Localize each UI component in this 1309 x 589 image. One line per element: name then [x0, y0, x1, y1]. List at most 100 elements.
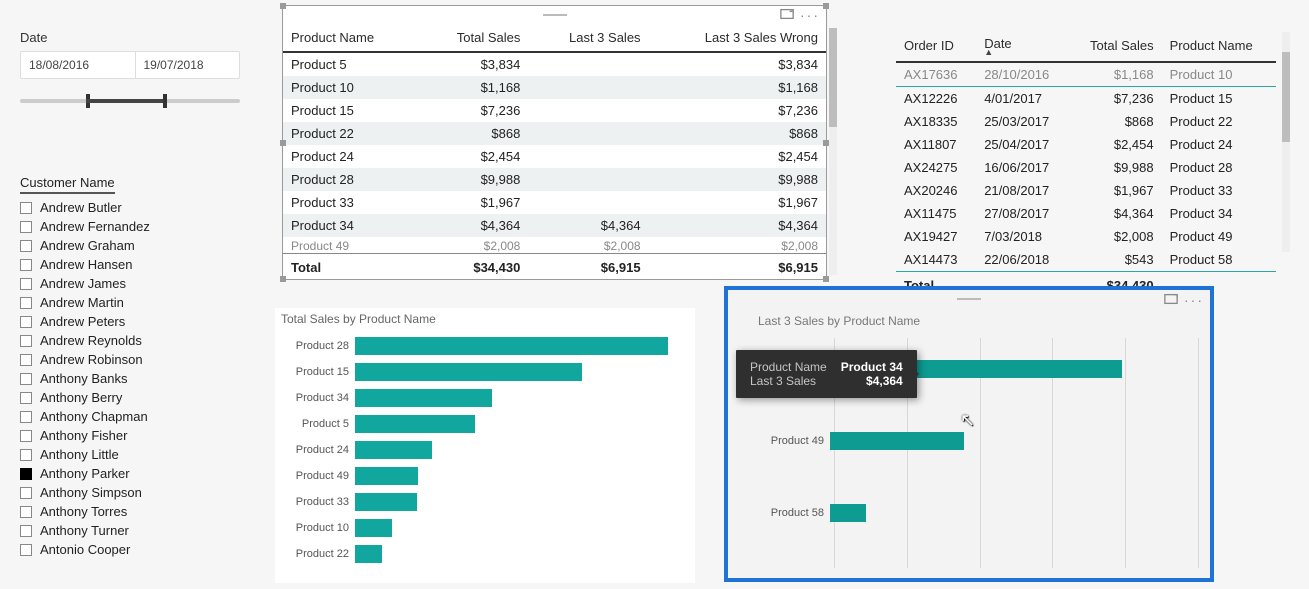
focus-mode-icon[interactable] [780, 8, 794, 23]
customer-item[interactable]: Andrew Butler [20, 198, 240, 217]
bar[interactable]: Product 24 [279, 440, 695, 460]
customer-item[interactable]: Anthony Parker [20, 464, 240, 483]
more-options-icon[interactable]: ··· [800, 8, 820, 22]
checkbox-icon[interactable] [20, 449, 32, 461]
date-to[interactable]: 19/07/2018 [135, 52, 240, 78]
date-slider[interactable] [20, 99, 240, 103]
checkbox-icon[interactable] [20, 544, 32, 556]
customer-item[interactable]: Andrew Robinson [20, 350, 240, 369]
customer-item[interactable]: Anthony Torres [20, 502, 240, 521]
col-last3[interactable]: Last 3 Sales [528, 24, 648, 52]
bar[interactable]: Product 33 [279, 492, 695, 512]
checkbox-icon[interactable] [20, 506, 32, 518]
table-row[interactable]: Product 28$9,988$9,988 [283, 168, 826, 191]
product-table-visual[interactable]: ··· Product Name Total Sales Last 3 Sale… [282, 5, 827, 280]
table-row[interactable]: AX1180725/04/2017$2,454Product 24 [896, 133, 1276, 156]
bar-fill[interactable] [355, 545, 382, 563]
col-total[interactable]: Total Sales [419, 24, 528, 52]
customer-item[interactable]: Andrew Peters [20, 312, 240, 331]
checkbox-icon[interactable] [20, 259, 32, 271]
bar-fill[interactable] [830, 432, 964, 450]
col-wrong[interactable]: Last 3 Sales Wrong [649, 24, 826, 52]
bar[interactable]: Product 5 [279, 414, 695, 434]
checkbox-icon[interactable] [20, 221, 32, 233]
table-row[interactable]: AX1147527/08/2017$4,364Product 34 [896, 202, 1276, 225]
bar[interactable]: Product 28 [279, 336, 695, 356]
total-sales-chart[interactable]: Total Sales by Product Name Product 28Pr… [275, 308, 695, 583]
bar-fill[interactable] [830, 504, 866, 522]
table-row[interactable]: Product 24$2,454$2,454 [283, 145, 826, 168]
resize-handle[interactable] [280, 140, 286, 146]
col-sales[interactable]: Total Sales [1070, 30, 1162, 62]
customer-item[interactable]: Anthony Little [20, 445, 240, 464]
checkbox-icon[interactable] [20, 411, 32, 423]
table-row[interactable]: AX2024621/08/2017$1,967Product 33 [896, 179, 1276, 202]
bar[interactable]: Product 49 [754, 410, 1210, 472]
focus-mode-icon[interactable] [1164, 293, 1178, 308]
bar-fill[interactable] [355, 389, 492, 407]
checkbox-icon[interactable] [20, 335, 32, 347]
table-row[interactable]: AX1447322/06/2018$543Product 58 [896, 248, 1276, 272]
bar[interactable]: Product 10 [279, 518, 695, 538]
checkbox-icon[interactable] [20, 373, 32, 385]
customer-item[interactable]: Andrew Fernandez [20, 217, 240, 236]
checkbox-icon[interactable] [20, 392, 32, 404]
col-product[interactable]: Product Name [1162, 30, 1276, 62]
drag-handle-icon[interactable] [957, 298, 981, 300]
date-from[interactable]: 18/08/2016 [21, 52, 125, 78]
table-row[interactable]: Product 5$3,834$3,834 [283, 52, 826, 76]
table-row[interactable]: Product 10$1,168$1,168 [283, 76, 826, 99]
checkbox-icon[interactable] [20, 240, 32, 252]
bar[interactable]: Product 58 [754, 482, 1210, 544]
table-row[interactable]: Product 22$868$868 [283, 122, 826, 145]
more-options-icon[interactable]: ··· [1184, 293, 1204, 307]
last3-sales-chart[interactable]: ··· Last 3 Sales by Product Name Product… [724, 286, 1214, 582]
customer-item[interactable]: Andrew Reynolds [20, 331, 240, 350]
bar-fill[interactable] [355, 363, 582, 381]
scrollbar-thumb[interactable] [1282, 52, 1290, 142]
customer-item[interactable]: Anthony Turner [20, 521, 240, 540]
customer-item[interactable]: Antonio Cooper [20, 540, 240, 559]
col-orderid[interactable]: Order ID [896, 30, 976, 62]
checkbox-icon[interactable] [20, 525, 32, 537]
date-range[interactable]: 18/08/2016 19/07/2018 [20, 51, 240, 79]
customer-list[interactable]: Andrew ButlerAndrew FernandezAndrew Grah… [20, 198, 240, 559]
col-product[interactable]: Product Name [283, 24, 419, 52]
table-row[interactable]: Product 15$7,236$7,236 [283, 99, 826, 122]
customer-item[interactable]: Anthony Berry [20, 388, 240, 407]
checkbox-icon[interactable] [20, 430, 32, 442]
customer-item[interactable]: Andrew James [20, 274, 240, 293]
table-row[interactable]: AX122264/01/2017$7,236Product 15 [896, 86, 1276, 110]
order-table-visual[interactable]: Order ID Date▲ Total Sales Product Name … [896, 30, 1276, 265]
customer-item[interactable]: Andrew Martin [20, 293, 240, 312]
table-row[interactable]: Product 34$4,364$4,364$4,364 [283, 214, 826, 237]
bar[interactable]: Product 34 [279, 388, 695, 408]
checkbox-icon[interactable] [20, 278, 32, 290]
checkbox-icon[interactable] [20, 316, 32, 328]
customer-item[interactable]: Andrew Graham [20, 236, 240, 255]
scrollbar-thumb[interactable] [829, 28, 837, 127]
bar-fill[interactable] [355, 467, 418, 485]
customer-item[interactable]: Anthony Banks [20, 369, 240, 388]
bar-fill[interactable] [355, 337, 668, 355]
checkbox-icon[interactable] [20, 468, 32, 480]
resize-handle[interactable] [823, 276, 829, 282]
scrollbar[interactable] [1282, 32, 1290, 252]
bar[interactable]: Product 49 [279, 466, 695, 486]
scrollbar[interactable] [829, 28, 837, 275]
customer-item[interactable]: Andrew Hansen [20, 255, 240, 274]
col-date[interactable]: Date▲ [976, 30, 1070, 62]
checkbox-icon[interactable] [20, 297, 32, 309]
table-row[interactable]: AX1833525/03/2017$868Product 22 [896, 110, 1276, 133]
checkbox-icon[interactable] [20, 487, 32, 499]
checkbox-icon[interactable] [20, 354, 32, 366]
table-row[interactable]: AX2427516/06/2017$9,988Product 28 [896, 156, 1276, 179]
customer-item[interactable]: Anthony Fisher [20, 426, 240, 445]
bar[interactable]: Product 22 [279, 544, 695, 564]
drag-handle-icon[interactable] [543, 14, 567, 16]
customer-item[interactable]: Anthony Chapman [20, 407, 240, 426]
table-row[interactable]: AX1763628/10/2016$1,168Product 10 [896, 62, 1276, 87]
bar-fill[interactable] [355, 519, 392, 537]
table-row[interactable]: AX194277/03/2018$2,008Product 49 [896, 225, 1276, 248]
resize-handle[interactable] [280, 276, 286, 282]
